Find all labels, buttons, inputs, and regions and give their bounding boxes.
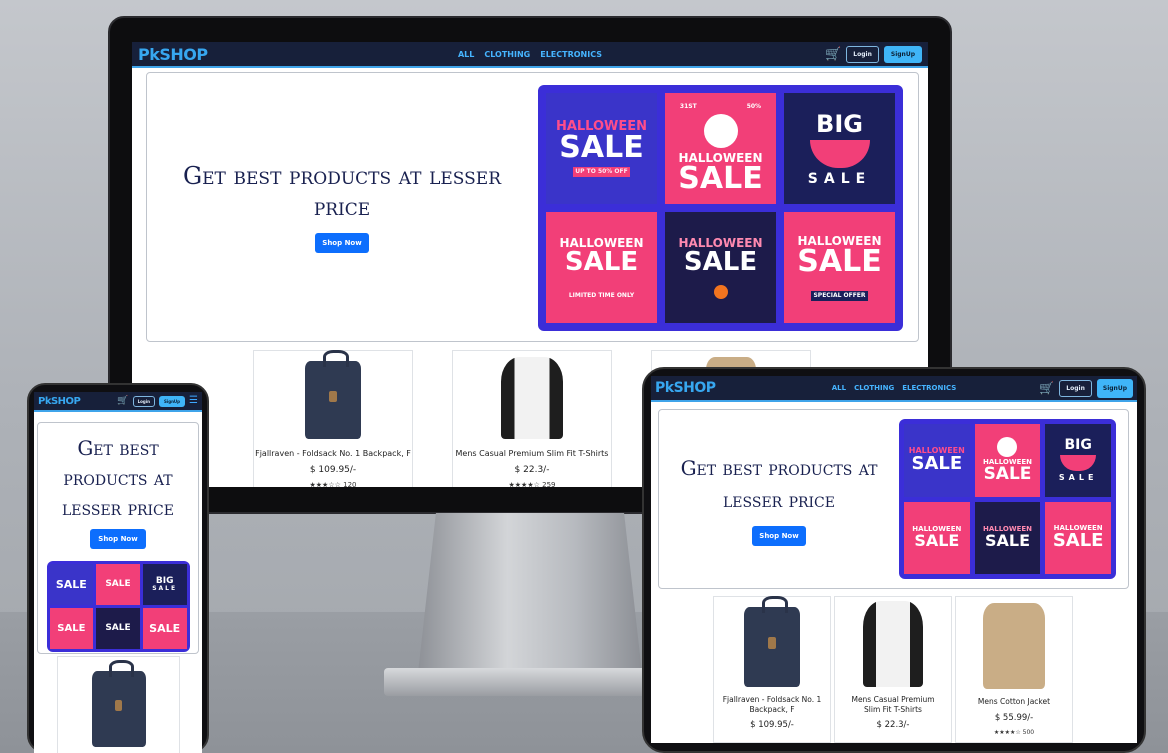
menu-icon[interactable]: ☰ — [189, 396, 198, 406]
banner-tile: HALLOWEEN SALE UP TO 50% OFF — [546, 93, 657, 204]
hero-tagline: Get best products at lesser price — [680, 456, 878, 512]
product-title: Mens Casual Premium Slim Fit T-Shirts — [851, 695, 935, 715]
product-image — [501, 357, 563, 439]
navbar: PkSHOP ALL CLOTHING ELECTRONICS 🛒 Login … — [132, 42, 928, 68]
cart-icon[interactable]: 🛒 — [825, 48, 841, 61]
phone-screen: PkSHOP 🛒 Login SignUp ☰ Get best product… — [34, 392, 202, 753]
product-price: $ 22.3/- — [876, 720, 910, 731]
login-button[interactable]: Login — [846, 45, 879, 63]
halloween-sale-banner: HALLOWEEN SALE HALLOWEEN SALE BIG SALE HALL… — [899, 419, 1116, 579]
product-title: Mens Cotton Jacket — [977, 697, 1051, 706]
signup-button[interactable]: SignUp — [1096, 378, 1133, 398]
banner-tile: HALLOWEEN SALE — [665, 212, 776, 323]
nav-link-clothing[interactable]: CLOTHING — [854, 384, 894, 392]
monitor-stand-neck — [418, 513, 642, 673]
hero-tagline: Get best products at lesser price — [182, 161, 502, 221]
brand-logo[interactable]: PkSHOP — [655, 380, 716, 396]
nav-link-electronics[interactable]: ELECTRONICS — [902, 384, 956, 392]
nav-link-all[interactable]: ALL — [832, 384, 846, 392]
product-image — [863, 601, 923, 687]
signup-button[interactable]: SignUp — [883, 45, 922, 63]
product-title: Mens Casual Premium Slim Fit T-Shirts — [455, 449, 609, 458]
product-rating: ★★★★☆ 259 — [508, 481, 556, 487]
product-price: $ 22.3/- — [514, 465, 550, 475]
login-button[interactable]: Login — [132, 395, 155, 407]
product-card[interactable]: Mens Casual Premium Slim Fit T-Shirts $ … — [452, 350, 612, 487]
product-card[interactable]: Fjallraven - Foldsack No. 1 Backpack, F … — [253, 350, 413, 487]
navbar: PkSHOP 🛒 Login SignUp ☰ — [34, 392, 202, 412]
product-card[interactable]: Mens Cotton Jacket $ 55.99/- ★★★★☆ 500 — [955, 596, 1073, 743]
product-image — [744, 595, 800, 687]
product-image — [305, 350, 361, 439]
banner-tile: HALLOWEEN SALE LIMITED TIME ONLY — [546, 212, 657, 323]
banner-tile: BIG SALE — [784, 93, 895, 204]
navbar: PkSHOP ALL CLOTHING ELECTRONICS 🛒 Login … — [651, 376, 1137, 402]
cart-icon[interactable]: 🛒 — [1039, 382, 1054, 394]
shop-now-button[interactable]: Shop Now — [315, 233, 369, 254]
hero-tagline: Get best products at lesser price — [62, 436, 174, 520]
brand-logo[interactable]: PkSHOP — [38, 396, 81, 407]
product-price: $ 109.95/- — [309, 465, 357, 475]
hero-section: Get best products at lesser price Shop N… — [658, 409, 1129, 589]
monitor-stand-base — [384, 668, 676, 696]
banner-tile: 31ST 50% HALLOWEEN SALE — [665, 93, 776, 204]
shop-now-button[interactable]: Shop Now — [752, 526, 806, 546]
product-rating: ★★★☆☆ 120 — [309, 481, 357, 487]
banner-tile: HALLOWEEN SALE SPECIAL OFFER — [784, 212, 895, 323]
product-rating: ★★★★☆ 500 — [993, 729, 1035, 736]
product-price: $ 55.99/- — [994, 713, 1034, 723]
product-card[interactable] — [57, 656, 180, 753]
nav-link-all[interactable]: ALL — [458, 50, 474, 59]
hero-section: Get best products at lesser price Shop N… — [37, 422, 199, 654]
product-image — [983, 603, 1045, 689]
product-card[interactable]: Mens Casual Premium Slim Fit T-Shirts $ … — [834, 596, 952, 743]
shop-now-button[interactable]: Shop Now — [90, 529, 146, 549]
nav-link-clothing[interactable]: CLOTHING — [484, 50, 530, 59]
signup-button[interactable]: SignUp — [158, 395, 186, 407]
product-image — [91, 660, 146, 747]
cart-icon[interactable]: 🛒 — [117, 396, 128, 406]
tablet-screen: PkSHOP ALL CLOTHING ELECTRONICS 🛒 Login … — [651, 376, 1137, 743]
hero-section: Get best products at lesser price Shop N… — [146, 72, 919, 342]
product-title: Fjallraven - Foldsack No. 1 Backpack, F — [255, 449, 411, 458]
product-card[interactable]: Fjallraven - Foldsack No. 1 Backpack, F … — [713, 595, 831, 743]
login-button[interactable]: Login — [1059, 379, 1092, 397]
brand-logo[interactable]: PkSHOP — [138, 45, 208, 64]
nav-link-electronics[interactable]: ELECTRONICS — [540, 50, 602, 59]
product-price: $ 109.95/- — [750, 720, 794, 731]
halloween-sale-banner: SALE SALE BIG SALE SALE SALE SALE — [46, 561, 190, 652]
halloween-sale-banner: HALLOWEEN SALE UP TO 50% OFF 31ST 50% HALLOW… — [538, 85, 903, 331]
product-title: Fjallraven - Foldsack No. 1 Backpack, F — [722, 695, 822, 715]
